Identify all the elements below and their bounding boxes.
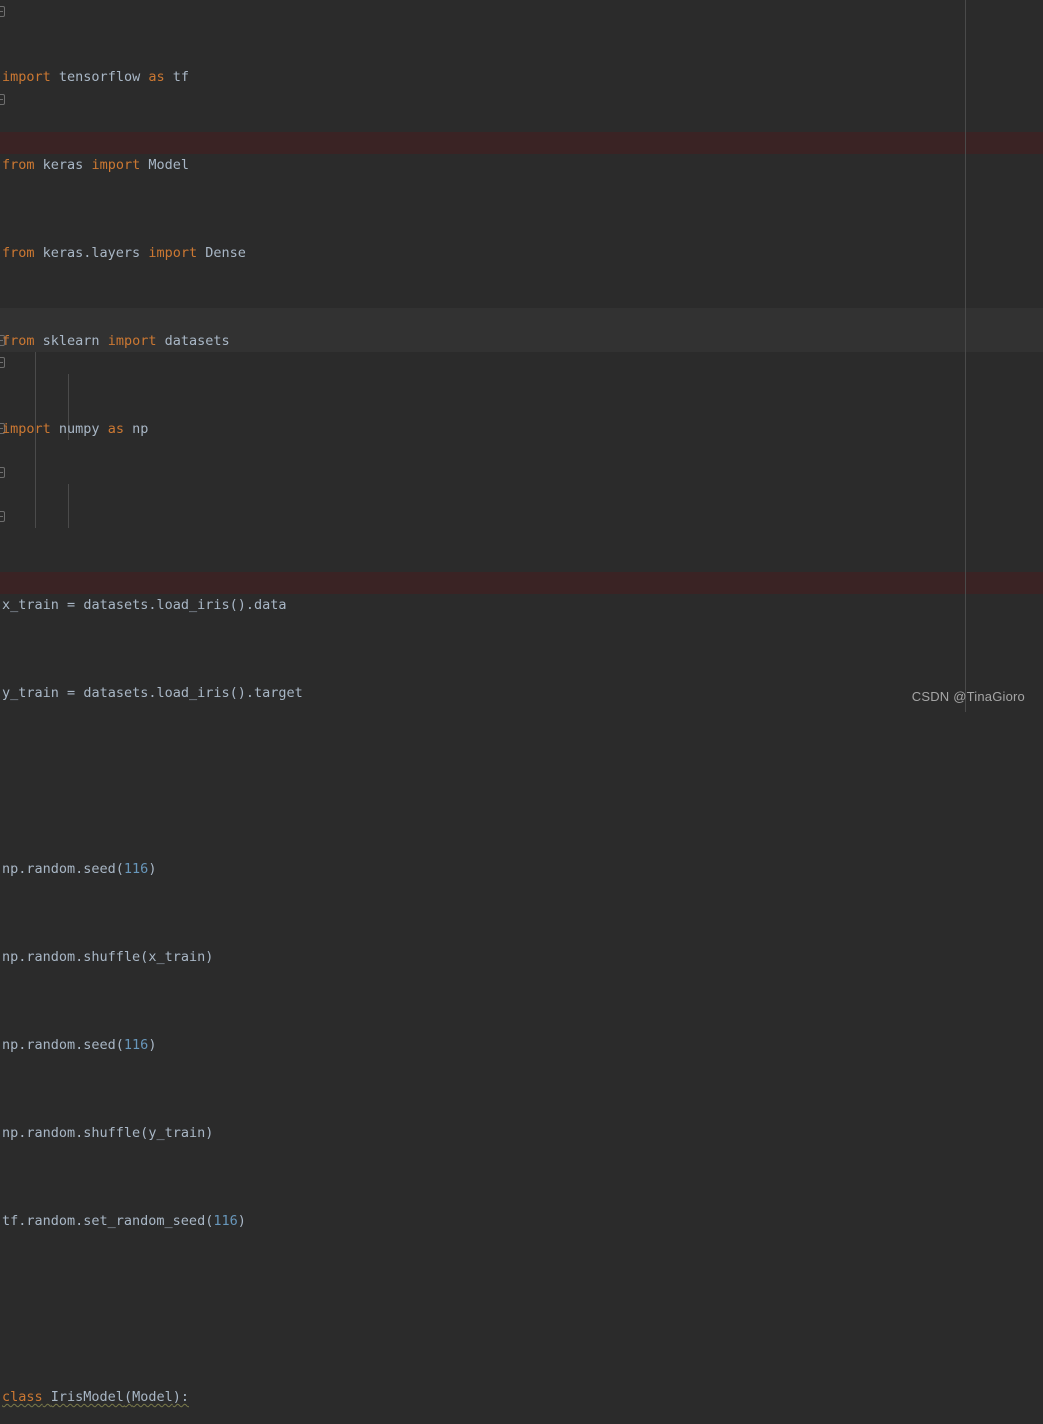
token-paren: )	[148, 861, 157, 877]
token-keyword: import	[2, 69, 51, 85]
token-call: np.random.shuffle(	[2, 949, 149, 965]
token-number: 116	[213, 1213, 238, 1229]
token-base-class: Model	[132, 1389, 173, 1405]
token-keyword: import	[148, 245, 198, 261]
token-module: datasets	[164, 333, 230, 349]
token-alias: tf	[172, 69, 190, 85]
token-keyword: class	[2, 1389, 43, 1405]
token-variable: x_train	[148, 949, 206, 965]
token-keyword: import	[107, 333, 157, 349]
token-variable: y_train	[2, 685, 59, 701]
token-expression: datasets.load_iris().target	[83, 685, 303, 701]
code-editor[interactable]: import tensorflow as tf from keras impor…	[0, 0, 1043, 1405]
token-paren: )	[205, 1125, 214, 1141]
token-number: 116	[123, 861, 149, 877]
code-line[interactable]: np.random.seed(116)	[0, 1034, 1018, 1056]
token-module: keras	[42, 157, 84, 173]
token-class: IrisModel	[50, 1389, 124, 1405]
token-paren: )	[237, 1213, 246, 1229]
token-class: Dense	[205, 245, 246, 261]
token-variable: y_train	[148, 1125, 206, 1141]
token-keyword: from	[2, 245, 35, 261]
token-class: Model	[148, 157, 189, 173]
code-line[interactable]: y_train = datasets.load_iris().target	[0, 682, 1018, 704]
code-line[interactable]: import numpy as np	[0, 418, 1018, 440]
token-call: np.random.seed(	[2, 861, 124, 877]
token-call: tf.random.set_random_seed(	[2, 1213, 214, 1229]
token-paren: )	[205, 949, 214, 965]
code-text-area[interactable]: import tensorflow as tf from keras impor…	[0, 0, 1018, 1424]
token-expression: datasets.load_iris().data	[83, 597, 287, 613]
code-line[interactable]: class IrisModel(Model):	[0, 1386, 1018, 1408]
token-keyword: from	[2, 157, 35, 173]
token-module: tensorflow	[58, 69, 141, 85]
code-line[interactable]: from sklearn import datasets	[0, 330, 1018, 352]
token-keyword: import	[91, 157, 141, 173]
token-keyword: as	[148, 69, 165, 85]
code-line[interactable]: x_train = datasets.load_iris().data	[0, 594, 1018, 616]
token-operator: =	[67, 597, 76, 613]
token-alias: np	[132, 421, 149, 437]
token-keyword: from	[2, 333, 35, 349]
token-paren: ):	[172, 1389, 189, 1405]
token-call: np.random.seed(	[2, 1037, 124, 1053]
code-line[interactable]: np.random.seed(116)	[0, 858, 1018, 880]
code-line[interactable]: tf.random.set_random_seed(116)	[0, 1210, 1018, 1232]
token-module: sklearn	[42, 333, 100, 349]
code-line[interactable]: from keras.layers import Dense	[0, 242, 1018, 264]
token-paren: (	[123, 1389, 133, 1405]
class-declaration-warning: class IrisModel(Model):	[2, 1389, 189, 1405]
code-line-blank[interactable]	[0, 1298, 1018, 1320]
token-variable: x_train	[2, 597, 59, 613]
token-number: 116	[123, 1037, 149, 1053]
code-line[interactable]: from keras import Model	[0, 154, 1018, 176]
token-keyword: as	[107, 421, 124, 437]
token-module: numpy	[58, 421, 100, 437]
token-keyword: import	[2, 421, 51, 437]
token-call: np.random.shuffle(	[2, 1125, 149, 1141]
watermark-label: CSDN @TinaGioro	[911, 689, 1025, 704]
code-line-blank[interactable]	[0, 770, 1018, 792]
code-line[interactable]: np.random.shuffle(x_train)	[0, 946, 1018, 968]
token-paren: )	[148, 1037, 157, 1053]
code-line-blank[interactable]	[0, 506, 1018, 528]
token-module: keras.layers	[42, 245, 141, 261]
token-operator: =	[67, 685, 76, 701]
code-line[interactable]: import tensorflow as tf	[0, 66, 1018, 88]
code-line[interactable]: np.random.shuffle(y_train)	[0, 1122, 1018, 1144]
